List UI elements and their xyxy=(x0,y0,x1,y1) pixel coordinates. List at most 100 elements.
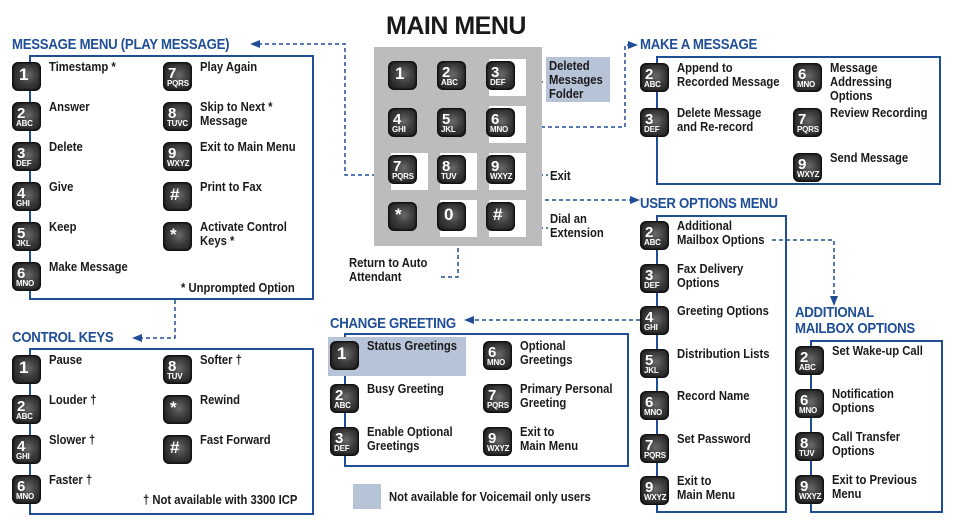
key-letters: PQRS xyxy=(167,79,189,88)
key-letters: DEF xyxy=(490,78,506,87)
msgmenu-key-3[interactable]: 3 DEF xyxy=(12,142,41,171)
key-letters: ABC xyxy=(334,401,351,410)
main-key-hash[interactable]: # xyxy=(486,202,515,231)
deleted-messages-folder-label: Deleted Messages Folder xyxy=(549,59,603,101)
main-key-0[interactable]: 0 xyxy=(437,202,466,231)
ctrlkeys-key-8[interactable]: 8 TUV xyxy=(163,355,192,384)
greeting-key-3[interactable]: 3 DEF xyxy=(330,427,359,456)
key-letters: PQRS xyxy=(644,450,666,460)
useropts-key-7[interactable]: 7 PQRS xyxy=(640,433,669,463)
msgmenu-label-9: Exit to Main Menu xyxy=(200,140,296,154)
ctrlkeys-label-star: Rewind xyxy=(200,393,241,407)
main-key-3[interactable]: 3 DEF xyxy=(486,61,515,90)
msgmenu-key-4[interactable]: 4 GHI xyxy=(12,182,41,211)
addmail-label-6: Notification Options xyxy=(832,387,894,415)
addmail-key-9[interactable]: 9 WXYZ xyxy=(795,475,824,504)
makemsg-key-2[interactable]: 2 ABC xyxy=(640,63,669,92)
main-key-7[interactable]: 7 PQRS xyxy=(388,155,417,184)
ctrlkeys-key-star[interactable]: * xyxy=(163,395,192,424)
main-menu-title: MAIN MENU xyxy=(386,12,526,40)
key-letters: WXYZ xyxy=(167,159,190,168)
useropts-label-7: Set Password xyxy=(677,431,751,446)
useropts-key-9[interactable]: 9 WXYZ xyxy=(640,476,669,505)
greeting-label-7: Primary Personal Greeting xyxy=(520,382,613,410)
addmail-key-6[interactable]: 6 MNO xyxy=(795,389,824,418)
main-key-9[interactable]: 9 WXYZ xyxy=(486,155,515,184)
makemsg-key-3[interactable]: 3 DEF xyxy=(640,108,669,137)
key-digit: # xyxy=(170,438,180,457)
ctrlkeys-key-4[interactable]: 4 GHI xyxy=(12,435,41,464)
greeting-key-2[interactable]: 2 ABC xyxy=(330,384,359,413)
greeting-key-6[interactable]: 6 MNO xyxy=(483,341,512,370)
greeting-key-9[interactable]: 9 WXYZ xyxy=(483,427,512,456)
key-letters: WXYZ xyxy=(799,492,822,501)
addmail-key-8[interactable]: 8 TUV xyxy=(795,432,824,461)
ctrlkeys-key-1[interactable]: 1 xyxy=(12,355,41,384)
msgmenu-key-7[interactable]: 7 PQRS xyxy=(163,62,192,91)
key-digit: 1 xyxy=(395,64,405,83)
useropts-key-2[interactable]: 2 ABC xyxy=(640,221,669,250)
useropts-key-3[interactable]: 3 DEF xyxy=(640,263,669,293)
msgmenu-key-9[interactable]: 9 WXYZ xyxy=(163,142,192,171)
msgmenu-key-5[interactable]: 5 JKL xyxy=(12,222,41,251)
useropts-key-5[interactable]: 5 JKL xyxy=(640,348,669,378)
msgmenu-key-8[interactable]: 8 TUVC xyxy=(163,102,192,131)
msgmenu-label-hash: Print to Fax xyxy=(200,180,262,194)
key-letters: MNO xyxy=(16,279,35,288)
greeting-key-1[interactable]: 1 xyxy=(330,341,359,370)
msgmenu-key-star[interactable]: * xyxy=(163,222,192,251)
additional-mailbox-title: ADDITIONAL MAILBOX OPTIONS xyxy=(795,304,915,337)
makemsg-key-9[interactable]: 9 WXYZ xyxy=(793,153,822,182)
key-letters: TUV xyxy=(799,449,815,458)
key-letters: TUVC xyxy=(167,119,188,128)
main-key-6[interactable]: 6 MNO xyxy=(486,108,515,137)
msgmenu-label-5: Keep xyxy=(49,220,77,234)
key-letters: ABC xyxy=(441,78,458,87)
key-letters: DEF xyxy=(334,444,350,453)
ctrlkeys-key-hash[interactable]: # xyxy=(163,435,192,464)
ctrlkeys-key-6[interactable]: 6 MNO xyxy=(12,475,41,504)
useropts-key-6[interactable]: 6 MNO xyxy=(640,391,669,420)
key-digit: # xyxy=(170,185,180,204)
msgmenu-key-1[interactable]: 1 xyxy=(12,62,41,91)
useropts-key-4[interactable]: 4 GHI xyxy=(640,306,669,335)
msgmenu-label-3: Delete xyxy=(49,140,83,154)
greeting-key-7[interactable]: 7 PQRS xyxy=(483,384,512,413)
key-letters: MNO xyxy=(797,80,816,89)
makemsg-label-3: Delete Message and Re-record xyxy=(677,106,762,134)
ctrlkeys-label-8: Softer † xyxy=(200,353,242,367)
key-digit: # xyxy=(493,205,503,224)
useropts-label-2: Additional Mailbox Options xyxy=(677,219,765,247)
key-letters: MNO xyxy=(490,125,509,134)
key-letters: ABC xyxy=(16,412,33,421)
msgmenu-label-6: Make Message xyxy=(49,260,128,274)
msgmenu-label-4: Give xyxy=(49,180,74,194)
key-letters: MNO xyxy=(16,492,35,501)
ctrlkeys-key-2[interactable]: 2 ABC xyxy=(12,395,41,424)
msgmenu-key-2[interactable]: 2 ABC xyxy=(12,102,41,131)
makemsg-label-9: Send Message xyxy=(830,151,909,165)
makemsg-label-7: Review Recording xyxy=(830,106,928,120)
greeting-label-2: Busy Greeting xyxy=(367,382,444,396)
key-letters: MNO xyxy=(487,358,506,367)
legend-swatch xyxy=(353,484,381,509)
main-key-4[interactable]: 4 GHI xyxy=(388,108,417,137)
msgmenu-key-6[interactable]: 6 MNO xyxy=(12,262,41,291)
msgmenu-key-hash[interactable]: # xyxy=(163,182,192,211)
makemsg-key-6[interactable]: 6 MNO xyxy=(793,63,822,92)
key-letters: DEF xyxy=(16,159,32,168)
makemsg-key-7[interactable]: 7 PQRS xyxy=(793,108,822,137)
key-digit: 0 xyxy=(444,205,454,224)
addmail-key-2[interactable]: 2 ABC xyxy=(795,346,824,375)
main-key-1[interactable]: 1 xyxy=(388,61,417,90)
make-message-title: MAKE A MESSAGE xyxy=(640,36,758,53)
makemsg-label-6: Message Addressing Options xyxy=(830,61,892,103)
msgmenu-label-star: Activate Control Keys * xyxy=(200,220,287,248)
change-greeting-title: CHANGE GREETING xyxy=(330,315,456,332)
main-key-8[interactable]: 8 TUV xyxy=(437,155,466,184)
key-letters: WXYZ xyxy=(797,170,820,179)
key-letters: WXYZ xyxy=(490,172,513,181)
main-key-5[interactable]: 5 JKL xyxy=(437,108,466,137)
main-key-star[interactable]: * xyxy=(388,202,417,231)
main-key-2[interactable]: 2 ABC xyxy=(437,61,466,90)
